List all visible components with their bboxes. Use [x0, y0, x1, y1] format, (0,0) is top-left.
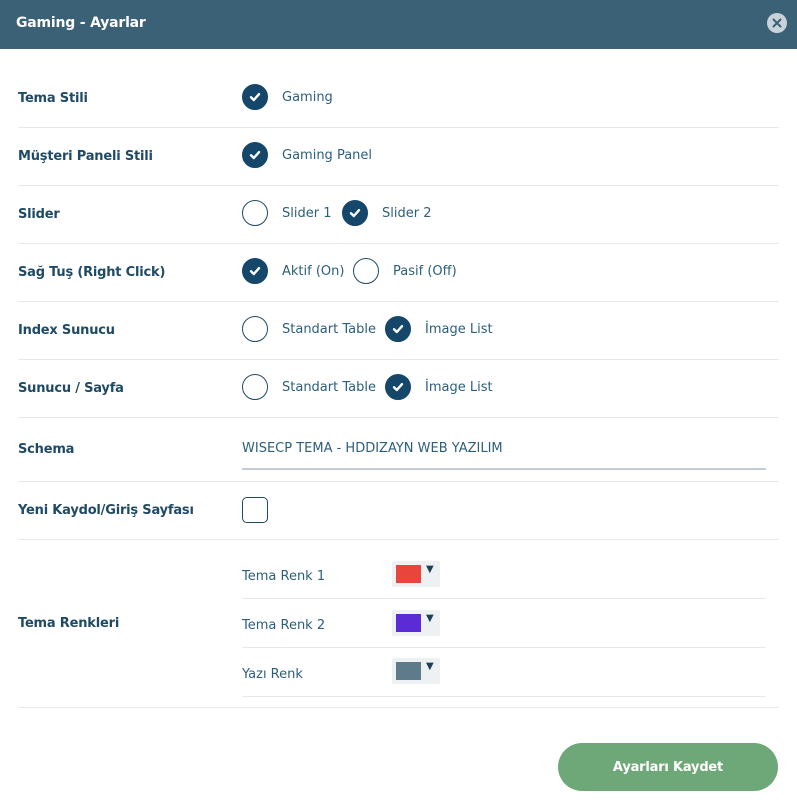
row-divider — [18, 185, 779, 186]
check-icon — [392, 383, 404, 392]
color-label-3: Yazı Renk — [242, 667, 303, 682]
color-label-1: Tema Renk 1 — [242, 569, 326, 584]
option-label: Slider 2 — [382, 205, 432, 221]
sub-divider — [242, 696, 766, 697]
checkbox-checked — [242, 142, 268, 168]
check-icon — [249, 151, 261, 160]
checkbox-checked — [385, 316, 411, 342]
sunucu-sayfa-option-image[interactable]: İmage List — [385, 374, 493, 400]
checkbox-unchecked — [242, 316, 268, 342]
tema-stili-label: Tema Stili — [18, 91, 88, 106]
sag-tus-label: Sağ Tuş (Right Click) — [18, 265, 166, 280]
check-icon — [249, 93, 261, 102]
color-swatch — [396, 565, 421, 583]
close-button[interactable] — [767, 13, 787, 33]
check-icon — [392, 325, 404, 334]
tema-renkleri-label: Tema Renkleri — [18, 616, 120, 631]
sag-tus-option-aktif[interactable]: Aktif (On) — [242, 258, 344, 284]
option-label: Aktif (On) — [282, 263, 345, 279]
option-label: Gaming Panel — [282, 147, 373, 163]
checkbox-checked — [242, 258, 268, 284]
row-divider — [18, 417, 779, 418]
yazi-renk-picker[interactable]: ▼ — [392, 658, 440, 684]
option-label: Standart Table — [282, 321, 376, 337]
row-divider — [18, 481, 779, 482]
close-icon — [772, 18, 782, 28]
slider-option-1[interactable]: Slider 1 — [242, 200, 331, 226]
slider-label: Slider — [18, 207, 60, 222]
row-divider — [18, 539, 779, 540]
musteri-paneli-label: Müşteri Paneli Stili — [18, 149, 153, 164]
index-sunucu-label: Index Sunucu — [18, 323, 115, 338]
schema-label: Schema — [18, 442, 75, 457]
option-label: Gaming — [282, 89, 333, 105]
sunucu-sayfa-label: Sunucu / Sayfa — [18, 381, 124, 396]
musteri-paneli-option-gaming-panel[interactable]: Gaming Panel — [242, 142, 372, 168]
sunucu-sayfa-option-standart[interactable]: Standart Table — [242, 374, 376, 400]
checkbox-unchecked — [242, 200, 268, 226]
index-sunucu-option-standart[interactable]: Standart Table — [242, 316, 376, 342]
row-divider — [18, 359, 779, 360]
save-settings-button[interactable]: Ayarları Kaydet — [558, 743, 778, 791]
checkbox-unchecked — [242, 374, 268, 400]
option-label: Slider 1 — [282, 205, 332, 221]
tema-renk-1-picker[interactable]: ▼ — [392, 561, 440, 587]
caret-down-icon: ▼ — [426, 564, 434, 575]
color-swatch — [396, 614, 421, 632]
row-divider — [18, 301, 779, 302]
option-label: İmage List — [425, 321, 493, 337]
check-icon — [349, 209, 361, 218]
sub-divider — [242, 647, 766, 648]
row-divider — [18, 707, 779, 708]
tema-stili-option-gaming[interactable]: Gaming — [242, 84, 333, 110]
color-label-2: Tema Renk 2 — [242, 618, 326, 633]
yeni-kaydol-checkbox[interactable] — [242, 497, 268, 523]
checkbox-checked — [385, 374, 411, 400]
modal-header: Gaming - Ayarlar — [0, 0, 797, 49]
checkbox-unchecked — [353, 258, 379, 284]
tema-renk-2-picker[interactable]: ▼ — [392, 610, 440, 636]
schema-input-underline — [242, 468, 766, 470]
yeni-kaydol-label: Yeni Kaydol/Giriş Sayfası — [18, 503, 194, 518]
option-label: Standart Table — [282, 379, 376, 395]
option-label: Pasif (Off) — [393, 263, 457, 279]
caret-down-icon: ▼ — [426, 613, 434, 624]
modal-title: Gaming - Ayarlar — [16, 15, 146, 31]
slider-option-2[interactable]: Slider 2 — [342, 200, 431, 226]
row-divider — [18, 127, 779, 128]
sub-divider — [242, 598, 766, 599]
caret-down-icon: ▼ — [426, 661, 434, 672]
option-label: İmage List — [425, 379, 493, 395]
index-sunucu-option-image[interactable]: İmage List — [385, 316, 493, 342]
checkbox-checked — [342, 200, 368, 226]
sag-tus-option-pasif[interactable]: Pasif (Off) — [353, 258, 457, 284]
color-swatch — [396, 662, 421, 680]
checkbox-checked — [242, 84, 268, 110]
row-divider — [18, 243, 779, 244]
check-icon — [249, 267, 261, 276]
schema-input[interactable]: WISECP TEMA - HDDIZAYN WEB YAZILIM — [242, 441, 503, 456]
